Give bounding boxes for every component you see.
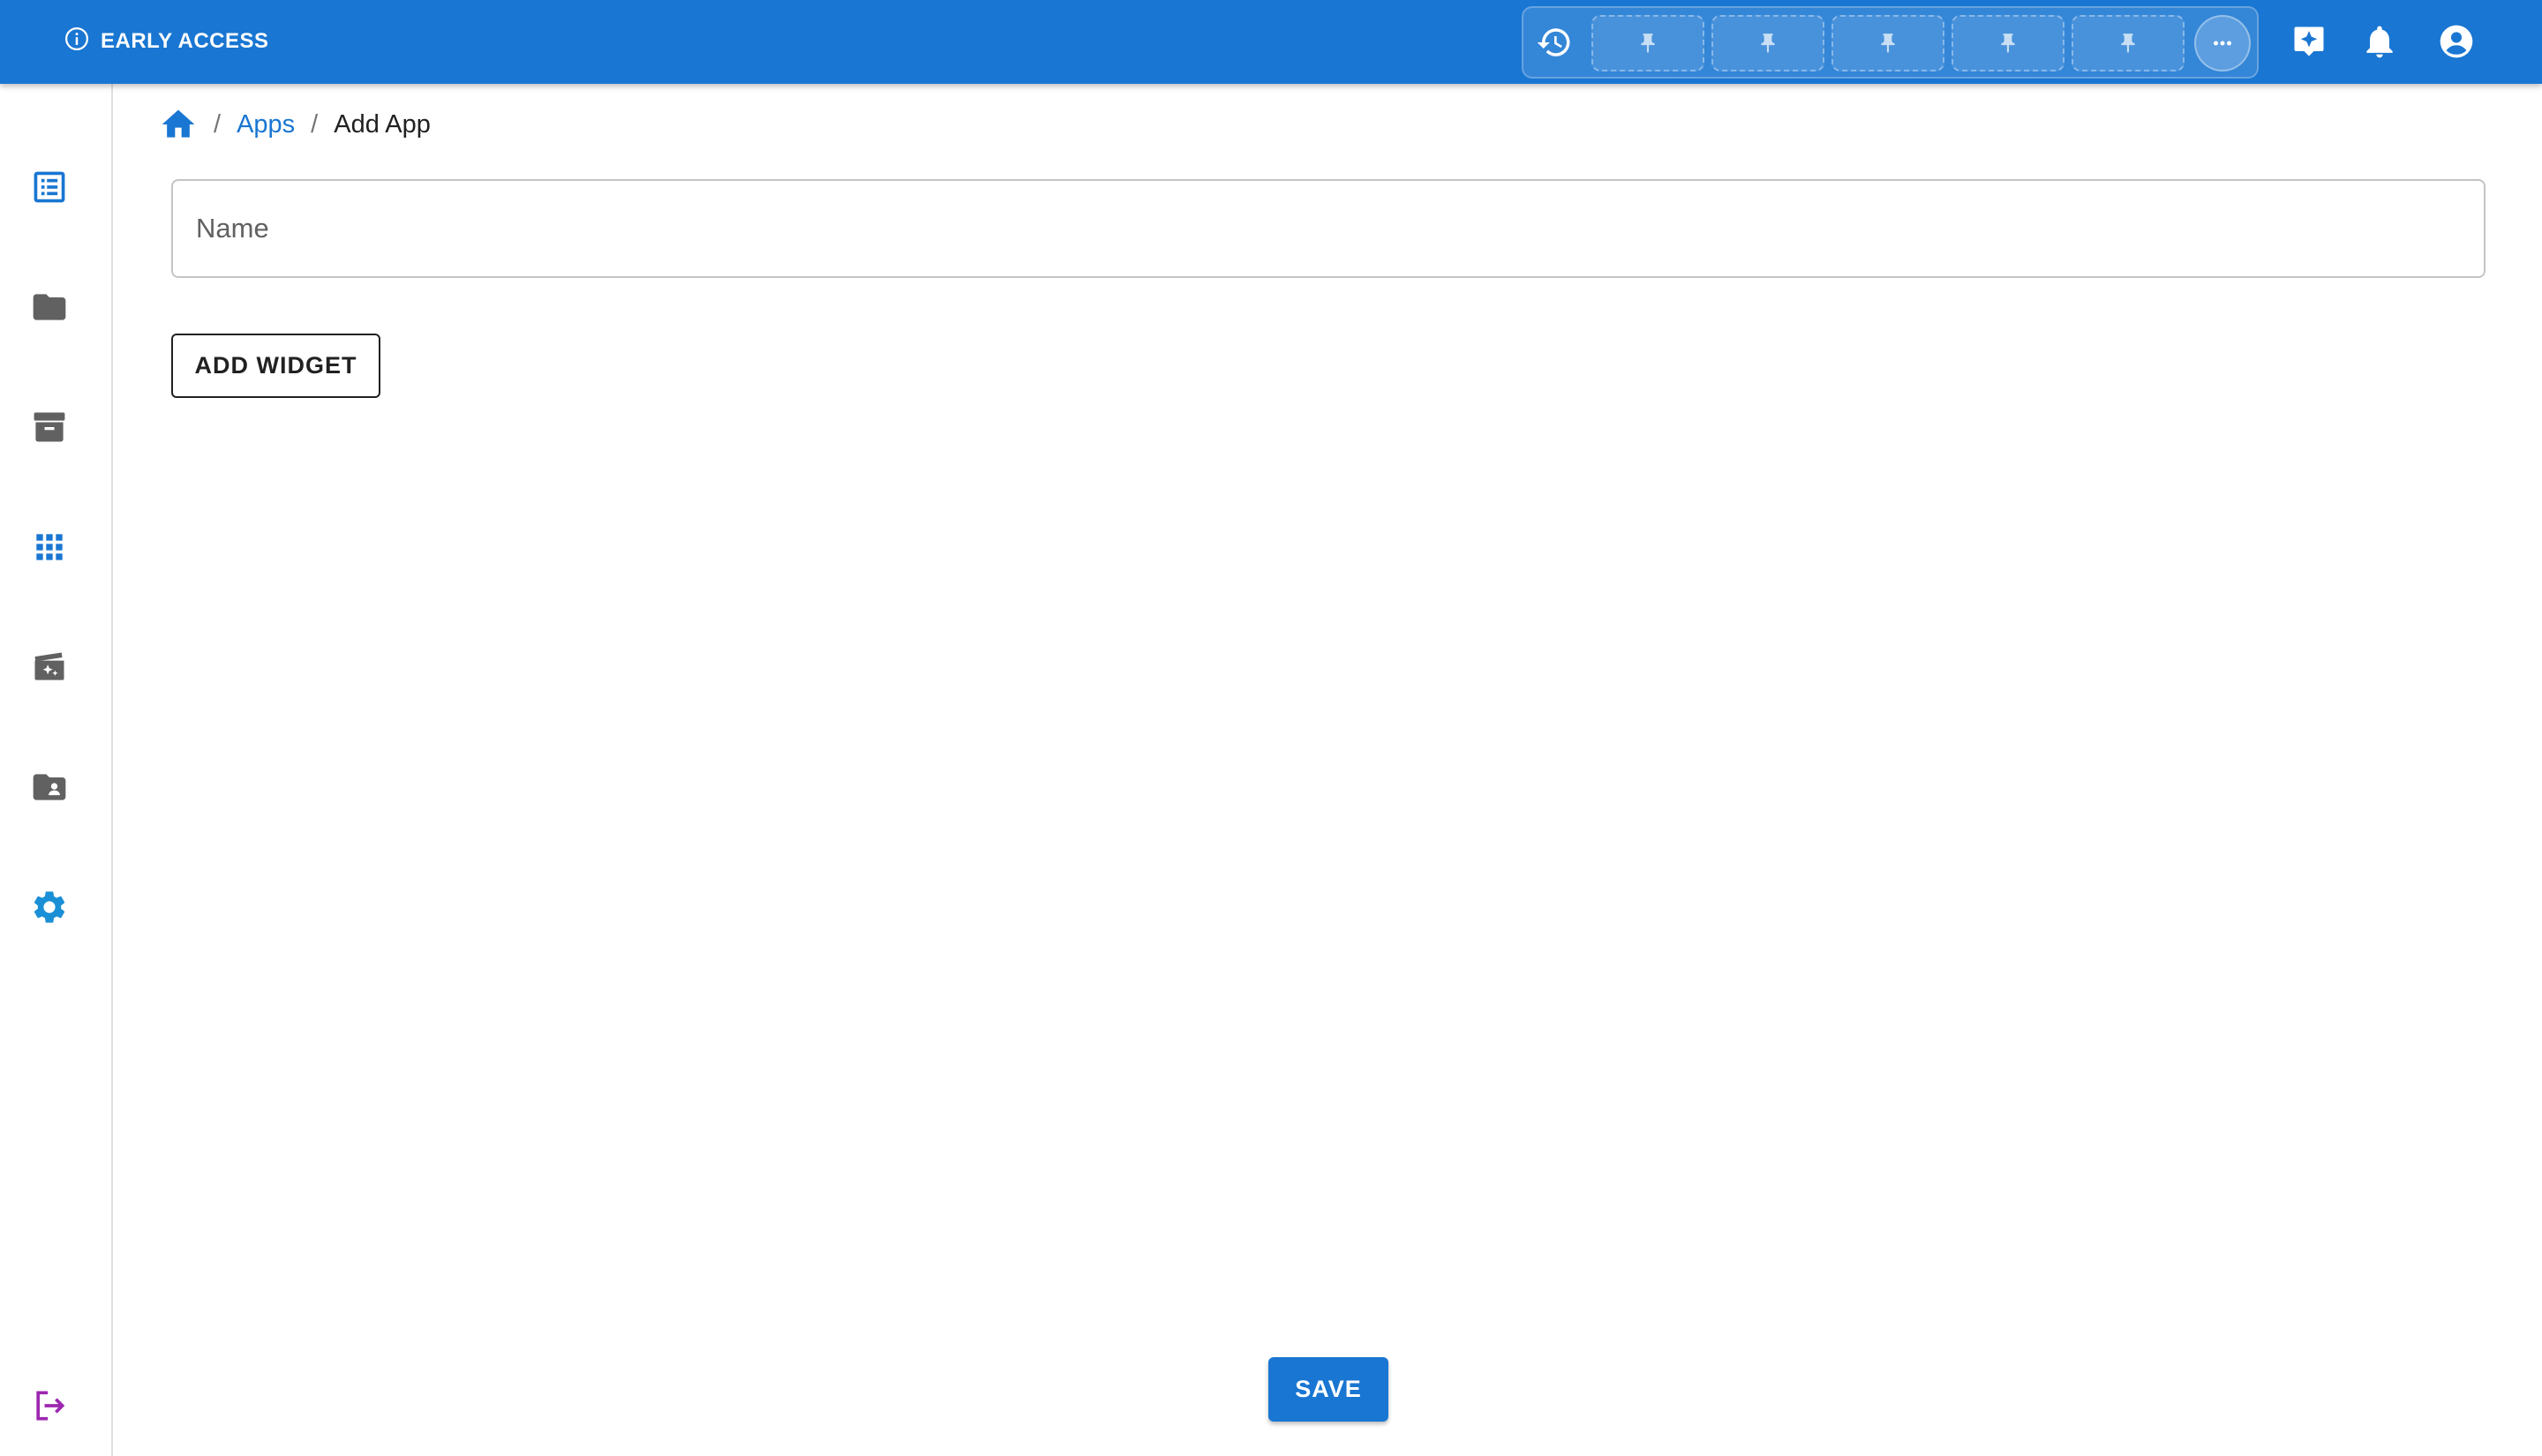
apps-grid-icon bbox=[36, 534, 63, 560]
breadcrumb-separator: / bbox=[214, 109, 222, 139]
list-icon bbox=[34, 171, 65, 203]
notifications-button[interactable] bbox=[2359, 21, 2400, 62]
sidebar-item-media[interactable] bbox=[23, 641, 76, 694]
sidebar-item-shared-folder[interactable] bbox=[23, 761, 76, 814]
pin-slot-2[interactable] bbox=[1711, 15, 1824, 71]
pin-slot-4[interactable] bbox=[1952, 15, 2064, 71]
pin-slot-5[interactable] bbox=[2072, 15, 2185, 71]
pin-icon bbox=[2121, 34, 2135, 53]
archive-icon bbox=[34, 412, 65, 442]
home-icon bbox=[162, 109, 195, 138]
pin-icon bbox=[1641, 34, 1655, 53]
sparkle-chat-icon bbox=[2294, 26, 2324, 56]
sidebar-item-apps[interactable] bbox=[23, 521, 76, 574]
breadcrumb-link-apps[interactable]: Apps bbox=[237, 110, 295, 139]
pin-slot-1[interactable] bbox=[1591, 15, 1704, 71]
name-field bbox=[171, 179, 2486, 278]
folder-account-icon bbox=[33, 774, 66, 800]
pinned-items-bar bbox=[1522, 6, 2259, 79]
account-button[interactable] bbox=[2436, 21, 2477, 62]
more-horizontal-icon bbox=[2214, 41, 2231, 46]
save-button[interactable]: SAVE bbox=[1268, 1357, 1388, 1422]
pin-slot-3[interactable] bbox=[1831, 15, 1944, 71]
history-icon bbox=[1537, 28, 1570, 56]
breadcrumb-separator: / bbox=[311, 109, 319, 139]
early-access-label: EARLY ACCESS bbox=[101, 29, 269, 53]
sidebar bbox=[0, 84, 113, 1456]
gear-icon bbox=[34, 891, 65, 923]
pin-icon bbox=[1761, 34, 1775, 53]
logout-button[interactable] bbox=[23, 1379, 76, 1432]
early-access-badge[interactable]: EARLY ACCESS bbox=[64, 25, 269, 58]
pin-icon bbox=[1881, 34, 1895, 53]
pin-icon bbox=[2001, 34, 2015, 53]
top-app-bar: EARLY ACCESS bbox=[0, 0, 2542, 84]
logout-icon bbox=[36, 1391, 65, 1421]
breadcrumb-current: Add App bbox=[334, 109, 431, 139]
bell-icon bbox=[2366, 26, 2393, 58]
history-button[interactable] bbox=[1534, 22, 1575, 63]
folder-icon bbox=[33, 294, 66, 320]
movie-sparkle-icon bbox=[34, 652, 64, 680]
more-pins-button[interactable] bbox=[2194, 15, 2251, 71]
ai-assistant-button[interactable] bbox=[2289, 21, 2329, 62]
sidebar-item-folder[interactable] bbox=[23, 281, 76, 334]
name-input[interactable] bbox=[173, 181, 2484, 276]
add-widget-button[interactable]: ADD WIDGET bbox=[171, 334, 380, 398]
sidebar-item-list[interactable] bbox=[23, 161, 76, 214]
info-icon bbox=[64, 26, 90, 58]
sidebar-item-archive[interactable] bbox=[23, 401, 76, 454]
breadcrumb-home[interactable] bbox=[159, 105, 198, 144]
account-circle-icon bbox=[2440, 25, 2473, 58]
sidebar-item-settings[interactable] bbox=[23, 881, 76, 934]
breadcrumb: / Apps / Add App bbox=[159, 101, 431, 147]
